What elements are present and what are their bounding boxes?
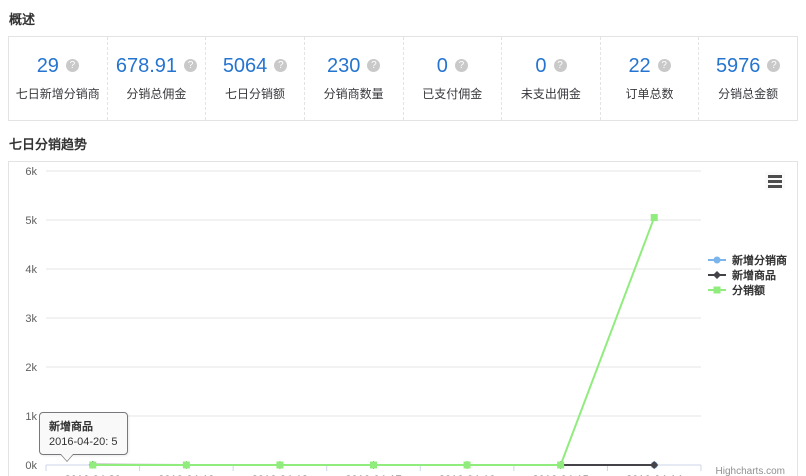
- y-axis-label: 3k: [25, 313, 37, 325]
- stat-value: 22: [628, 56, 650, 76]
- stat-label: 订单总数: [626, 85, 674, 102]
- help-icon[interactable]: ?: [455, 59, 468, 72]
- y-axis-label: 5k: [25, 215, 37, 227]
- hamburger-icon: [768, 180, 782, 183]
- chart-legend: 新增分销商新增商品分销额: [707, 252, 787, 297]
- stat-value: 0: [535, 56, 546, 76]
- data-point-marker: [89, 462, 96, 469]
- help-icon[interactable]: ?: [658, 59, 671, 72]
- stat-value: 230: [327, 56, 360, 76]
- chart-container: 0k1k2k3k4k5k6k2016-04-202016-04-192016-0…: [8, 161, 798, 476]
- stat-label: 七日分销额: [225, 85, 285, 102]
- stat-card-paid-commission: 0 ? 已支付佣金: [404, 37, 503, 120]
- y-axis-label: 1k: [25, 411, 37, 423]
- help-icon[interactable]: ?: [184, 59, 197, 72]
- stat-value: 5064: [223, 56, 268, 76]
- y-axis-label: 0k: [25, 460, 37, 472]
- stat-value: 678.91: [116, 56, 177, 76]
- trend-section: 七日分销趋势 0k1k2k3k4k5k6k2016-04-202016-04-1…: [0, 121, 806, 476]
- legend-marker-icon: [707, 269, 727, 281]
- stat-label: 分销总佣金: [126, 85, 186, 102]
- stat-value: 0: [437, 56, 448, 76]
- stat-value: 5976: [716, 56, 761, 76]
- stats-box: 29 ? 七日新增分销商 678.91 ? 分销总佣金 5064 ? 七日分销额…: [8, 36, 798, 121]
- trend-heading: 七日分销趋势: [0, 121, 806, 161]
- stat-label: 已支付佣金: [422, 85, 482, 102]
- stat-card-week-sales: 5064 ? 七日分销额: [206, 37, 305, 120]
- hamburger-icon: [768, 185, 782, 188]
- data-point-marker: [650, 461, 658, 469]
- stat-value: 29: [37, 56, 59, 76]
- y-axis-label: 2k: [25, 362, 37, 374]
- tooltip-series-name: 新增商品: [49, 418, 118, 434]
- help-icon[interactable]: ?: [66, 59, 79, 72]
- hamburger-icon: [768, 175, 782, 178]
- stat-label: 七日新增分销商: [16, 85, 100, 102]
- data-point-marker: [557, 462, 564, 469]
- help-icon[interactable]: ?: [367, 59, 380, 72]
- data-point-marker: [276, 462, 283, 469]
- highcharts-credit[interactable]: Highcharts.com: [716, 466, 785, 476]
- data-point-marker: [370, 462, 377, 469]
- legend-item[interactable]: 新增商品: [707, 267, 787, 282]
- legend-item[interactable]: 分销额: [707, 282, 787, 297]
- overview-heading: 概述: [0, 0, 806, 36]
- help-icon[interactable]: ?: [274, 59, 287, 72]
- stat-card-total-commission: 678.91 ? 分销总佣金: [108, 37, 207, 120]
- series-line: [93, 218, 654, 465]
- legend-item[interactable]: 新增分销商: [707, 252, 787, 267]
- legend-marker-icon: [707, 254, 727, 266]
- help-icon[interactable]: ?: [554, 59, 567, 72]
- help-icon[interactable]: ?: [767, 59, 780, 72]
- overview-section: 概述 29 ? 七日新增分销商 678.91 ? 分销总佣金 5064 ? 七日…: [0, 0, 806, 121]
- stat-card-new-distributors: 29 ? 七日新增分销商: [9, 37, 108, 120]
- export-menu-button[interactable]: [765, 172, 785, 190]
- chart-tooltip: 新增商品 2016-04-20: 5: [39, 412, 128, 455]
- stat-card-order-total: 22 ? 订单总数: [601, 37, 700, 120]
- y-axis-label: 4k: [25, 264, 37, 276]
- stat-label: 分销商数量: [324, 85, 384, 102]
- tooltip-value: 2016-04-20: 5: [49, 436, 118, 448]
- stat-card-total-amount: 5976 ? 分销总金额: [699, 37, 797, 120]
- legend-label: 新增商品: [732, 267, 776, 283]
- y-axis-label: 6k: [25, 166, 37, 178]
- stat-label: 分销总金额: [718, 85, 778, 102]
- stat-card-unpaid-commission: 0 ? 未支出佣金: [502, 37, 601, 120]
- data-point-marker: [183, 462, 190, 469]
- stat-card-distributor-count: 230 ? 分销商数量: [305, 37, 404, 120]
- data-point-marker: [651, 214, 658, 221]
- legend-label: 分销额: [732, 282, 765, 298]
- data-point-marker: [464, 462, 471, 469]
- legend-marker-icon: [707, 284, 727, 296]
- legend-label: 新增分销商: [732, 252, 787, 268]
- stat-label: 未支出佣金: [521, 85, 581, 102]
